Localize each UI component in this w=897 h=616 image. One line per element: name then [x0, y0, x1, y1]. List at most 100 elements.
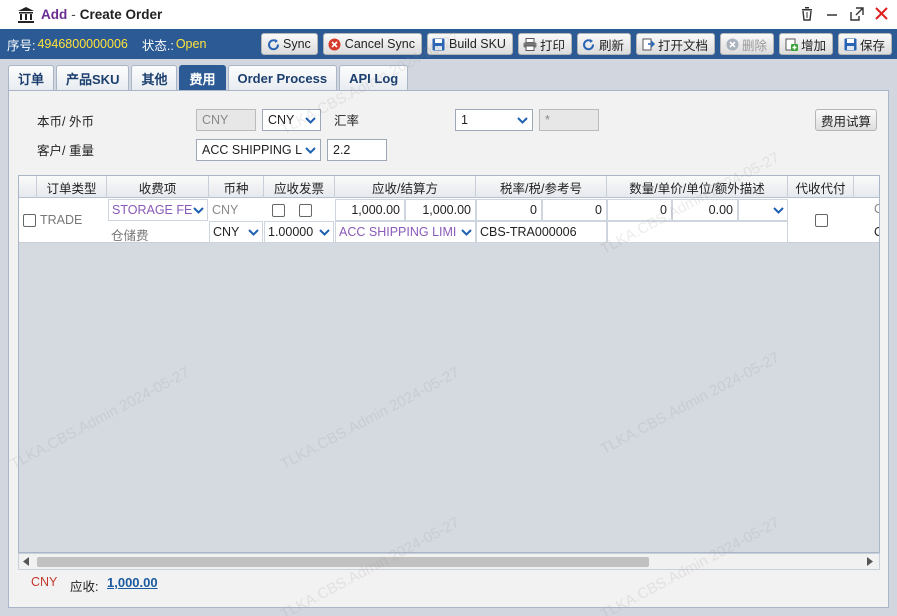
unit-select[interactable]: [738, 199, 788, 221]
tax-rate-field[interactable]: 0: [476, 199, 542, 221]
save-button[interactable]: 保存: [838, 33, 893, 55]
window-title: Add - Create Order: [41, 7, 162, 22]
cancel-sync-button[interactable]: Cancel Sync: [322, 33, 422, 55]
tab-charges[interactable]: 费用: [179, 65, 226, 90]
charge-item-cn: 仓储费: [111, 229, 149, 243]
customer-value: ACC SHIPPING L: [202, 143, 303, 157]
scroll-left-icon[interactable]: [23, 557, 30, 566]
scrollbar-thumb[interactable]: [37, 557, 649, 567]
extra-description-field[interactable]: [607, 221, 788, 243]
chevron-down-icon: [770, 200, 787, 220]
quantity-field[interactable]: 0: [607, 199, 672, 221]
party-select[interactable]: ACC SHIPPING LIMI: [335, 221, 476, 243]
receivable-value[interactable]: 1,000.00: [107, 575, 158, 590]
header-extra: [854, 176, 879, 198]
add-button[interactable]: 增加: [779, 33, 834, 55]
order-header: 序号: 4946800000006 状态.: Open Sync Cancel …: [0, 29, 897, 59]
close-icon[interactable]: [872, 4, 891, 23]
add-document-icon: [784, 37, 798, 51]
header-party: 应收/结算方: [335, 176, 476, 198]
customer-weight-label: 客户/ 重量: [37, 144, 94, 158]
header-invoice: 应收发票: [264, 176, 335, 198]
tab-order-process[interactable]: Order Process: [227, 65, 338, 90]
serial-value: 4946800000006: [37, 37, 128, 51]
invoice-rate-select[interactable]: 1.00000: [264, 221, 334, 243]
weight-input[interactable]: 2.2: [327, 139, 387, 161]
tax-field[interactable]: 0: [542, 199, 607, 221]
charge-item-value: STORAGE FE: [112, 203, 193, 217]
amount-1-field[interactable]: 1,000.00: [335, 199, 405, 221]
rate-select[interactable]: 1: [455, 109, 533, 131]
amount-2-field[interactable]: 1,000.00: [405, 199, 476, 221]
delete-button[interactable]: 删除: [720, 33, 775, 55]
build-sku-button[interactable]: Build SKU: [426, 33, 513, 55]
refresh-button[interactable]: 刷新: [576, 33, 631, 55]
tab-order[interactable]: 订单: [8, 65, 55, 90]
delete-label: 删除: [742, 38, 768, 53]
tab-api-log[interactable]: API Log: [339, 65, 409, 90]
rate-label: 汇率: [334, 114, 360, 128]
header-charge-item: 收费项: [107, 176, 209, 198]
foreign-currency-select[interactable]: CNY: [262, 109, 321, 131]
chevron-down-icon: [513, 110, 532, 130]
row-select-checkbox[interactable]: [23, 214, 36, 227]
bank-icon: [18, 6, 34, 23]
currency-select[interactable]: CNY: [209, 221, 263, 243]
foreign-currency-value: CNY: [268, 113, 295, 127]
open-document-icon: [641, 37, 655, 51]
currency-label: 本币/ 外币: [37, 115, 94, 129]
chevron-down-icon: [301, 140, 320, 160]
scroll-right-icon[interactable]: [867, 557, 874, 566]
horizontal-scrollbar[interactable]: [18, 553, 880, 570]
grid-header: 订单类型 收费项 币种 应收发票 应收/结算方 税率/税/参考号 数量/单价/单…: [19, 176, 879, 198]
customer-select[interactable]: ACC SHIPPING L: [196, 139, 321, 161]
header-currency: 币种: [209, 176, 264, 198]
chevron-down-icon: [458, 222, 475, 242]
charges-grid: 订单类型 收费项 币种 应收发票 应收/结算方 税率/税/参考号 数量/单价/单…: [18, 175, 880, 553]
status-label: 状态.:: [141, 38, 174, 53]
serial-label: 序号:: [7, 38, 36, 53]
reference-number-field[interactable]: CBS-TRA000006: [476, 221, 607, 243]
table-row[interactable]: TRADE STORAGE FE 仓储费 CNY CNY 1.00000 1,0…: [19, 198, 879, 243]
print-button[interactable]: 打印: [517, 33, 572, 55]
party-value: ACC SHIPPING LIMI: [339, 225, 457, 239]
window-mode: Add: [41, 7, 68, 22]
status-value: Open: [175, 37, 207, 51]
add-label: 增加: [801, 38, 827, 53]
tab-product-sku[interactable]: 产品SKU: [56, 65, 130, 90]
open-document-button[interactable]: 打开文档: [636, 33, 716, 55]
header-order-type: 订单类型: [37, 176, 107, 198]
minimize-icon[interactable]: [822, 4, 841, 23]
maximize-icon[interactable]: [847, 4, 866, 23]
tab-other[interactable]: 其他: [131, 65, 178, 90]
collect-pay-checkbox[interactable]: [815, 214, 828, 227]
invoice-rate: 1.00000: [268, 225, 314, 239]
header-tax: 税率/税/参考号: [476, 176, 607, 198]
base-currency-field: CNY: [196, 109, 256, 131]
chevron-down-icon: [316, 222, 333, 242]
chevron-down-icon: [301, 110, 320, 130]
chevron-down-icon: [190, 200, 207, 220]
extra-cell-bottom: O: [874, 225, 879, 239]
sync-icon: [266, 37, 280, 51]
cancel-icon: [328, 37, 342, 51]
currency-top: CNY: [212, 203, 239, 217]
footer-currency: CNY: [31, 575, 58, 589]
chevron-down-icon: [245, 222, 262, 242]
toolbar: Sync Cancel Sync Build SKU 打印 刷新 打开文档 删除: [261, 33, 893, 55]
sync-label: Sync: [283, 37, 311, 51]
receivable-label: 应收:: [70, 580, 99, 594]
unit-price-field[interactable]: 0.00: [672, 199, 738, 221]
calculate-charges-button[interactable]: 费用试算: [815, 109, 878, 131]
floppy-icon: [843, 37, 857, 51]
sync-button[interactable]: Sync: [261, 33, 318, 55]
floppy-icon: [432, 37, 446, 51]
printer-icon: [523, 37, 537, 51]
trash-icon[interactable]: [797, 4, 816, 23]
extra-cell-top: O: [874, 202, 879, 216]
cancel-sync-label: Cancel Sync: [344, 37, 415, 51]
invoice-checkbox-1[interactable]: [272, 204, 285, 217]
title-bar: Add - Create Order: [0, 0, 897, 29]
invoice-checkbox-2[interactable]: [299, 204, 312, 217]
charge-item-select[interactable]: STORAGE FE: [108, 199, 208, 221]
